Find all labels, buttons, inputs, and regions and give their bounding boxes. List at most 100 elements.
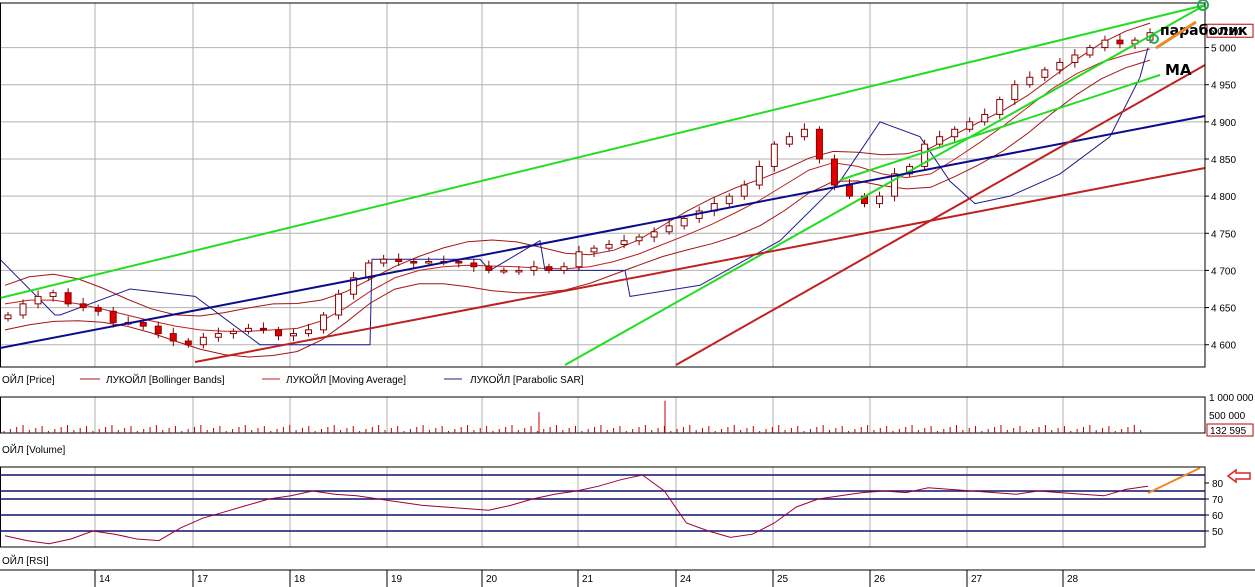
candle-body: [184, 340, 192, 346]
candle-body: [680, 217, 688, 227]
legend-volume: ОЙЛ [Volume]: [2, 443, 65, 456]
price-tick-label: 4 950: [1211, 81, 1236, 92]
rsi-tick-label: 50: [1212, 527, 1224, 538]
date-label: 18: [294, 574, 306, 585]
candle-body: [1086, 47, 1094, 56]
candle-body: [770, 143, 778, 167]
price-tick-label: 4 800: [1211, 192, 1236, 203]
candle-body: [800, 128, 808, 138]
candle-body: [94, 307, 102, 312]
date-label: 14: [99, 574, 111, 585]
candle-body: [244, 327, 252, 332]
date-label: 17: [197, 574, 209, 585]
candle-body: [1116, 39, 1124, 45]
candle-body: [425, 261, 433, 264]
candle-body: [515, 269, 523, 273]
price-tick-label: 4 750: [1211, 229, 1236, 240]
candle-body: [560, 266, 568, 271]
legend-ma: ЛУКОЙЛ [Moving Average]: [286, 373, 406, 386]
candle-body: [1101, 39, 1109, 49]
candle-body: [650, 231, 658, 238]
trend-green-ma: [839, 74, 1161, 181]
legend-rsi: ОЙЛ [RSI]: [2, 554, 49, 567]
candle-body: [545, 266, 553, 271]
candle-body: [485, 266, 493, 271]
rsi-arrow-icon: [1226, 468, 1251, 484]
candle-body: [79, 303, 87, 309]
candle-body: [891, 173, 899, 197]
trend-red-lower: [194, 167, 1206, 363]
date-label: 21: [582, 574, 594, 585]
candle-body: [395, 258, 403, 263]
stock-chart: 5 000 4 950 4 900 4 850 4 800 4 750 4 700 4 650…: [0, 0, 1255, 587]
candle-body: [966, 121, 974, 130]
candle-body: [1011, 84, 1019, 101]
candle-body: [1071, 54, 1079, 63]
candle-body: [169, 333, 177, 342]
candle-body: [470, 262, 478, 268]
candle-body: [139, 321, 147, 327]
rsi-line: [4, 474, 1149, 545]
candle-body: [199, 336, 207, 346]
candle-body: [951, 128, 959, 138]
rsi-tick-label: 60: [1212, 511, 1224, 522]
candle-body: [410, 261, 418, 264]
candle-body: [1026, 76, 1034, 86]
candle-body: [575, 251, 583, 268]
volume-tick-label: 1 000 000: [1209, 393, 1254, 404]
candle-body: [605, 243, 613, 249]
price-grid: [0, 3, 1205, 547]
candle-body: [785, 136, 793, 145]
date-label: 19: [391, 574, 403, 585]
candle-body: [530, 266, 538, 271]
candle-body: [996, 99, 1004, 115]
candle-body: [845, 184, 853, 197]
date-label: 28: [1067, 574, 1079, 585]
price-tick-label: 4 850: [1211, 155, 1236, 166]
candle-body: [305, 329, 313, 335]
date-label: 25: [777, 574, 789, 585]
candle-body: [830, 158, 838, 186]
candle-body: [380, 258, 388, 264]
trend-lines: [0, 4, 1206, 366]
candle-body: [4, 314, 12, 320]
candle-body: [665, 225, 673, 233]
candle-body: [274, 329, 282, 337]
date-label: 20: [486, 574, 498, 585]
trend-green-steep: [564, 4, 1206, 366]
price-tick-label: 4 900: [1211, 118, 1236, 129]
volume-panel: 1 000 000 500 000 132 595: [3, 393, 1254, 437]
price-tick-label: 4 650: [1211, 304, 1236, 315]
candle-body: [154, 325, 162, 335]
annotation-ma: MA: [1165, 61, 1192, 79]
candle-body: [815, 128, 823, 160]
candle-body: [620, 240, 628, 245]
price-tick-label: 4 600: [1211, 341, 1236, 352]
price-tick-label: 5 000: [1211, 44, 1236, 55]
legend-bollinger: ЛУКОЙЛ [Bollinger Bands]: [106, 373, 225, 386]
date-label: 24: [680, 574, 692, 585]
rsi-orange-annotation: [1147, 467, 1201, 494]
price-tick-label: 4 700: [1211, 266, 1236, 277]
candle-body: [335, 293, 343, 316]
candle-body: [936, 136, 944, 145]
price-candles: [4, 28, 1154, 349]
candle-body: [1056, 61, 1064, 71]
candle-body: [229, 330, 237, 335]
candle-body: [1041, 69, 1049, 78]
rsi-tick-label: 80: [1212, 479, 1224, 490]
candle-body: [49, 292, 57, 297]
rsi-tick-label: 70: [1212, 495, 1224, 506]
volume-tick-label: 500 000: [1209, 411, 1246, 422]
candle-body: [64, 292, 72, 305]
candle-body: [725, 195, 733, 205]
candle-body: [109, 310, 117, 323]
candle-body: [290, 333, 297, 337]
date-label: 27: [971, 574, 983, 585]
volume-last-label: 132 595: [1210, 426, 1247, 437]
candle-body: [214, 333, 222, 338]
candle-body: [755, 165, 763, 186]
candle-body: [500, 269, 508, 273]
candle-body: [981, 113, 989, 123]
panel-frame-2: [0, 466, 1206, 548]
